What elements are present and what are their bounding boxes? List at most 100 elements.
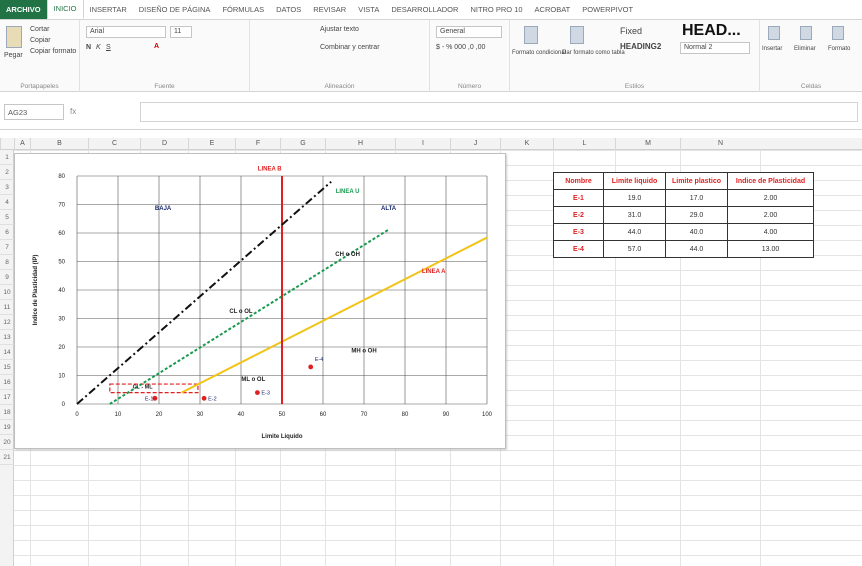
fx-icon[interactable]: fx (70, 107, 76, 116)
value-cell[interactable]: 44.0 (665, 240, 728, 258)
column-header-k[interactable]: K (500, 138, 553, 150)
font-size-select[interactable]: 11 (170, 26, 192, 38)
font-name-select[interactable]: Arial (86, 26, 166, 38)
format-icon[interactable] (832, 26, 844, 40)
value-cell[interactable]: 57.0 (603, 240, 666, 258)
format-table-icon[interactable] (570, 26, 584, 44)
value-cell[interactable]: 13.00 (727, 240, 814, 258)
font-color-icon[interactable]: A (154, 43, 159, 50)
value-cell[interactable]: 40.0 (665, 223, 728, 241)
column-header-b[interactable]: B (30, 138, 88, 150)
insert-button[interactable]: Insertar (762, 46, 782, 52)
number-format-select[interactable]: General (436, 26, 502, 38)
x-tick-label: 90 (443, 412, 450, 418)
column-header-c[interactable]: C (88, 138, 140, 150)
value-cell[interactable]: 44.0 (603, 223, 666, 241)
row-header-4[interactable]: 4 (0, 195, 14, 210)
bold-button[interactable]: N (86, 44, 91, 51)
select-all-corner[interactable] (0, 138, 14, 150)
tab-diseño-de-página[interactable]: DISEÑO DE PÁGINA (133, 5, 217, 19)
tab-nitro-pro-10[interactable]: NITRO PRO 10 (464, 5, 528, 19)
tab-revisar[interactable]: REVISAR (307, 5, 352, 19)
conditional-format-button[interactable]: Formato condicional (512, 50, 566, 56)
plasticity-chart[interactable]: 0 10 20 30 40 50 60 70 80 90 100 0 10 20 30 40 50 60 70 80 L… (14, 153, 506, 449)
tab-datos[interactable]: DATOS (270, 5, 307, 19)
tab-desarrollador[interactable]: DESARROLLADOR (385, 5, 464, 19)
x-tick-label: 0 (75, 412, 79, 418)
value-cell[interactable]: 2.00 (727, 206, 814, 224)
row-header-21[interactable]: 21 (0, 450, 14, 465)
row-header-13[interactable]: 13 (0, 330, 14, 345)
column-header-j[interactable]: J (450, 138, 500, 150)
row-header-9[interactable]: 9 (0, 270, 14, 285)
column-header-i[interactable]: I (395, 138, 450, 150)
row-header-5[interactable]: 5 (0, 210, 14, 225)
column-header-f[interactable]: F (235, 138, 280, 150)
clipboard-group: Pegar Cortar Copiar Copiar formato Porta… (0, 20, 80, 92)
sample-name-cell[interactable]: E-4 (553, 240, 604, 258)
row-header-19[interactable]: 19 (0, 420, 14, 435)
value-cell[interactable]: 4.00 (727, 223, 814, 241)
column-header-d[interactable]: D (140, 138, 188, 150)
row-header-7[interactable]: 7 (0, 240, 14, 255)
row-header-8[interactable]: 8 (0, 255, 14, 270)
style-normal2[interactable]: Normal 2 (680, 42, 750, 54)
number-format-buttons[interactable]: $ - % 000 ,0 ,00 (436, 44, 485, 51)
row-header-3[interactable]: 3 (0, 180, 14, 195)
conditional-format-icon[interactable] (524, 26, 538, 44)
value-cell[interactable]: 29.0 (665, 206, 728, 224)
name-box[interactable]: AG23 (4, 104, 64, 120)
format-painter-button[interactable]: Copiar formato (30, 48, 76, 55)
row-header-17[interactable]: 17 (0, 390, 14, 405)
copy-button[interactable]: Copiar (30, 37, 51, 44)
italic-button[interactable]: K (96, 44, 101, 51)
column-header-n[interactable]: N (680, 138, 760, 150)
row-header-10[interactable]: 10 (0, 285, 14, 300)
tab-insertar[interactable]: INSERTAR (84, 5, 133, 19)
value-cell[interactable]: 31.0 (603, 206, 666, 224)
row-header-2[interactable]: 2 (0, 165, 14, 180)
row-header-14[interactable]: 14 (0, 345, 14, 360)
paste-icon[interactable] (6, 26, 22, 48)
wrap-text-button[interactable]: Ajustar texto (320, 26, 359, 33)
sample-name-cell[interactable]: E-3 (553, 223, 604, 241)
sample-name-cell[interactable]: E-2 (553, 206, 604, 224)
column-header-a[interactable]: A (14, 138, 30, 150)
row-header-6[interactable]: 6 (0, 225, 14, 240)
column-header-l[interactable]: L (553, 138, 615, 150)
format-button[interactable]: Formato (828, 46, 850, 52)
style-fixed[interactable]: Fixed (620, 26, 642, 36)
delete-button[interactable]: Eliminar (794, 46, 816, 52)
formula-input[interactable] (140, 102, 858, 122)
value-cell[interactable]: 19.0 (603, 189, 666, 207)
value-cell[interactable]: 2.00 (727, 189, 814, 207)
style-heading[interactable]: HEAD... (682, 22, 741, 40)
tab-vista[interactable]: VISTA (352, 5, 385, 19)
row-header-11[interactable]: 11 (0, 300, 14, 315)
row-header-1[interactable]: 1 (0, 150, 14, 165)
value-cell[interactable]: 17.0 (665, 189, 728, 207)
format-table-button[interactable]: Dar formato como tabla (562, 50, 625, 56)
paste-button[interactable]: Pegar (4, 52, 23, 59)
column-header-e[interactable]: E (188, 138, 235, 150)
underline-button[interactable]: S (106, 44, 111, 51)
column-header-h[interactable]: H (325, 138, 395, 150)
cut-button[interactable]: Cortar (30, 26, 49, 33)
delete-icon[interactable] (800, 26, 812, 40)
merge-center-button[interactable]: Combinar y centrar (320, 44, 380, 51)
tab-fórmulas[interactable]: FÓRMULAS (216, 5, 270, 19)
row-header-16[interactable]: 16 (0, 375, 14, 390)
tab-archivo[interactable]: ARCHIVO (0, 0, 47, 19)
tab-inicio[interactable]: INICIO (46, 0, 84, 19)
row-header-20[interactable]: 20 (0, 435, 14, 450)
column-header-m[interactable]: M (615, 138, 680, 150)
sample-name-cell[interactable]: E-1 (553, 189, 604, 207)
column-header-g[interactable]: G (280, 138, 325, 150)
tab-powerpivot[interactable]: POWERPIVOT (576, 5, 639, 19)
tab-acrobat[interactable]: ACROBAT (529, 5, 577, 19)
style-heading2[interactable]: HEADING2 (620, 42, 661, 51)
insert-icon[interactable] (768, 26, 780, 40)
row-header-12[interactable]: 12 (0, 315, 14, 330)
row-header-15[interactable]: 15 (0, 360, 14, 375)
row-header-18[interactable]: 18 (0, 405, 14, 420)
